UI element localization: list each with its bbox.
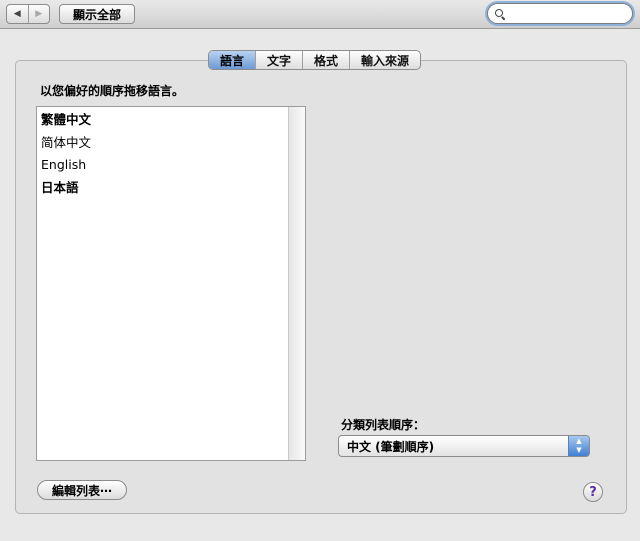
language-list-scrollbar[interactable] [288,107,305,460]
back-button[interactable]: ◀ [7,5,28,23]
search-field[interactable] [487,3,633,24]
forward-arrow-icon: ▶ [35,9,43,19]
sort-order-value: 中文 (筆劃順序) [347,439,435,454]
nav-buttons: ◀ ▶ [6,4,50,24]
help-button[interactable]: ? [583,482,603,502]
tab-language[interactable]: 語言 [209,51,256,69]
show-all-button[interactable]: 顯示全部 [59,4,135,24]
language-list[interactable]: 繁體中文 简体中文 English 日本語 [36,106,306,461]
tab-bar: 語言 文字 格式 輸入來源 [208,50,422,70]
language-item-simplified-chinese[interactable]: 简体中文 [37,132,288,155]
search-icon [495,8,506,20]
back-arrow-icon: ◀ [13,9,21,19]
tab-input-sources[interactable]: 輸入來源 [349,51,420,69]
drag-instruction-label: 以您偏好的順序拖移語言。 [40,84,185,98]
tab-text[interactable]: 文字 [255,51,302,69]
sort-order-select[interactable]: 中文 (筆劃順序) ▲ ▼ [338,435,590,457]
search-input[interactable] [509,6,627,21]
language-item-traditional-chinese[interactable]: 繁體中文 [37,109,288,132]
language-item-english[interactable]: English [37,154,288,177]
forward-button[interactable]: ▶ [27,5,50,23]
updown-arrows-icon: ▲ ▼ [568,436,589,456]
tab-formats[interactable]: 格式 [302,51,349,69]
question-mark-icon: ? [589,484,597,500]
language-item-japanese[interactable]: 日本語 [37,177,288,200]
toolbar: ◀ ▶ 顯示全部 [0,0,640,29]
edit-list-button[interactable]: 編輯列表⋯ [37,480,127,500]
sort-order-label: 分類列表順序： [341,418,426,432]
